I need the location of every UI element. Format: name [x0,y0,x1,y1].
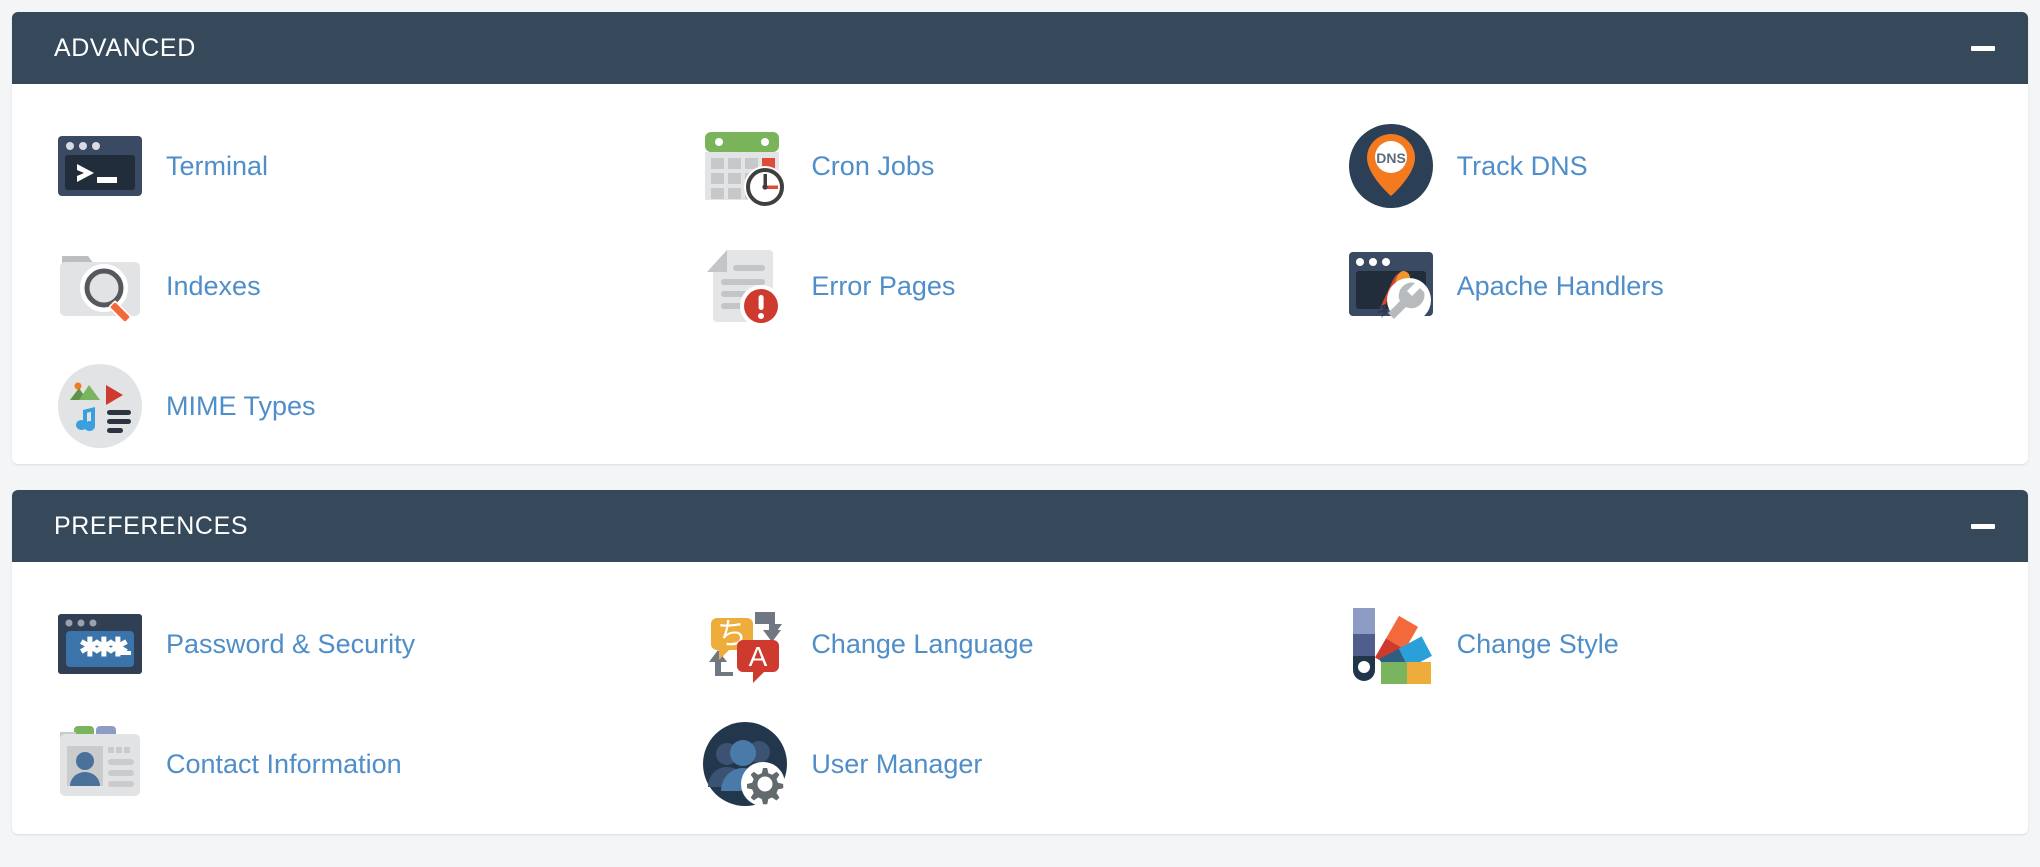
panel-preferences-body: ✱ ✱ ✱ Password & Security ち A Change Lan… [12,562,2028,834]
panel-advanced-title: ADVANCED [54,33,196,62]
item-label: Change Style [1456,628,1619,659]
panel-advanced: ADVANCED Terminal Cron Jobs DNS Track DN… [12,12,2028,464]
item-label: Cron Jobs [811,150,935,181]
mime-types-media-icon [52,358,148,454]
change-language-bubbles-icon: ち A [697,596,793,692]
cron-jobs-calendar-clock-icon [697,118,793,214]
item-label: Indexes [166,270,261,301]
item-label: Track DNS [1456,150,1588,181]
cpanel-sections-page: ADVANCED Terminal Cron Jobs DNS Track DN… [0,0,2040,867]
item-label: Error Pages [811,270,956,301]
panel-advanced-header: ADVANCED [12,12,2028,84]
item-apache-handlers[interactable]: Apache Handlers [1343,226,1988,346]
item-password-and-security[interactable]: ✱ ✱ ✱ Password & Security [52,584,697,704]
item-label: Change Language [811,628,1034,659]
item-user-manager[interactable]: User Manager [697,704,1342,824]
svg-text:✱: ✱ [107,632,129,662]
item-track-dns[interactable]: DNS Track DNS [1343,106,1988,226]
svg-text:DNS: DNS [1376,150,1406,166]
contact-information-card-icon [52,716,148,812]
collapse-minus-icon[interactable] [1968,33,1998,63]
panel-preferences: PREFERENCES ✱ ✱ ✱ Password & Security ち … [12,490,2028,834]
change-style-swatches-icon [1343,596,1439,692]
panel-preferences-header: PREFERENCES [12,490,2028,562]
svg-text:A: A [749,641,768,672]
indexes-folder-search-icon [52,238,148,334]
item-cron-jobs[interactable]: Cron Jobs [697,106,1342,226]
item-change-language[interactable]: ち A Change Language [697,584,1342,704]
item-mime-types[interactable]: MIME Types [52,346,697,464]
error-pages-document-alert-icon [697,238,793,334]
password-security-asterisks-icon: ✱ ✱ ✱ [52,596,148,692]
user-manager-users-gear-icon [697,716,793,812]
item-error-pages[interactable]: Error Pages [697,226,1342,346]
panel-advanced-body: Terminal Cron Jobs DNS Track DNS Indexes… [12,84,2028,464]
item-label: Apache Handlers [1456,270,1664,301]
item-label: User Manager [811,748,983,779]
terminal-icon [52,118,148,214]
item-change-style[interactable]: Change Style [1343,584,1988,704]
item-indexes[interactable]: Indexes [52,226,697,346]
panel-preferences-title: PREFERENCES [54,511,249,540]
item-contact-information[interactable]: Contact Information [52,704,697,824]
item-terminal[interactable]: Terminal [52,106,697,226]
item-label: MIME Types [166,390,316,421]
apache-handlers-feather-wrench-icon [1343,238,1439,334]
item-label: Contact Information [166,748,402,779]
collapse-minus-icon[interactable] [1968,511,1998,541]
track-dns-pin-icon: DNS [1343,118,1439,214]
item-label: Password & Security [166,628,416,659]
item-label: Terminal [166,150,269,181]
